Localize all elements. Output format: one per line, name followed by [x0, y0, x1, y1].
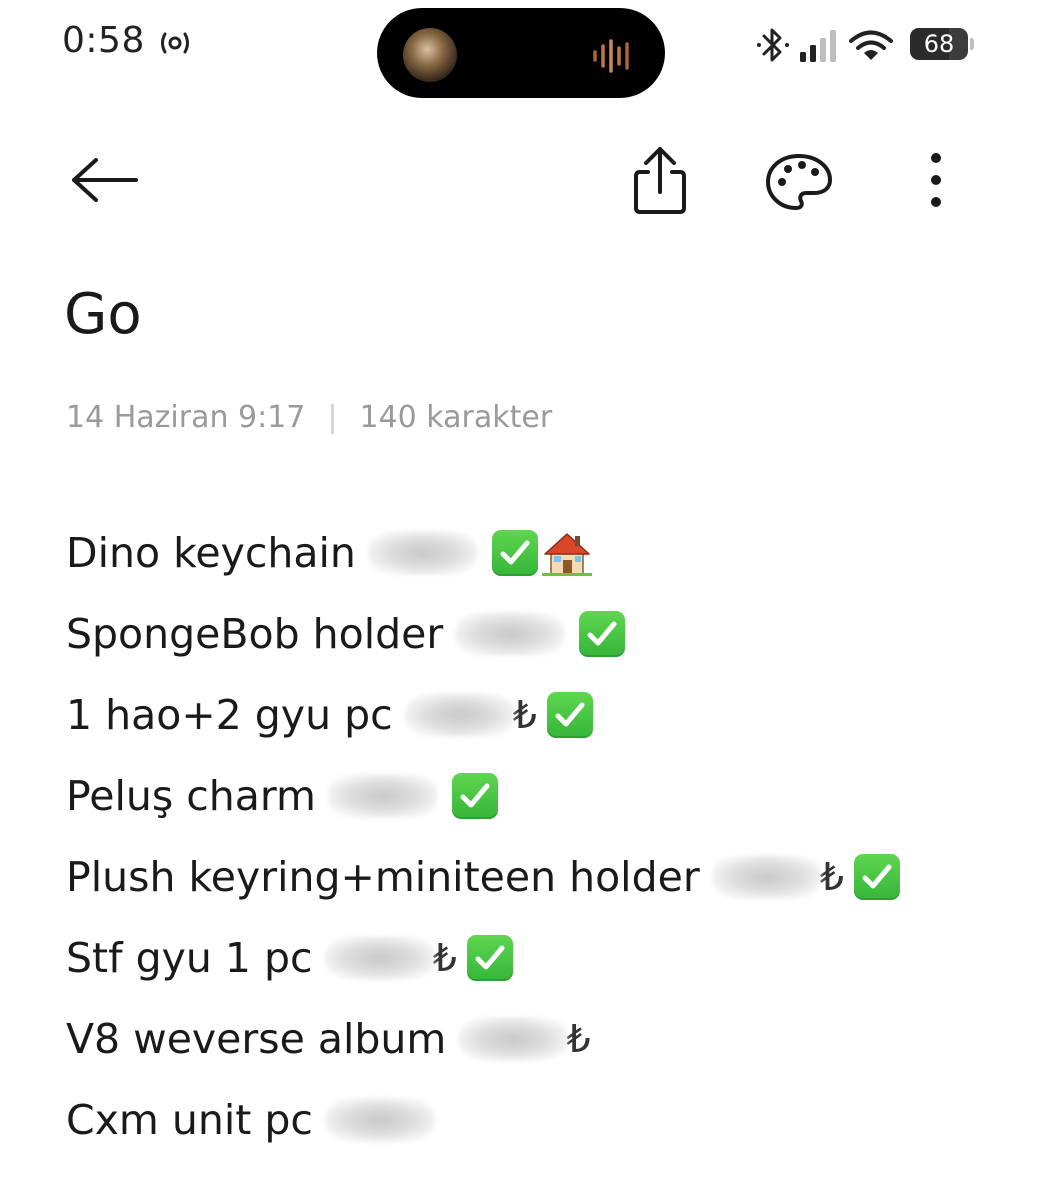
- check-mark-icon: [451, 772, 498, 819]
- redacted-price: [324, 1097, 435, 1142]
- media-artwork-image: [403, 28, 457, 82]
- note-char-count: 140 karakter: [359, 400, 553, 435]
- check-mark-icon: [853, 853, 900, 900]
- note-line[interactable]: Peluş charm: [66, 755, 1006, 836]
- redacted-price: [404, 692, 515, 737]
- battery-percent: 68: [923, 30, 955, 58]
- note-line-text: V8 weverse album: [66, 1014, 447, 1063]
- redacted-price: [458, 1016, 569, 1061]
- check-mark-icon: [491, 529, 538, 576]
- note-line-text: Plush keyring+miniteen holder: [66, 852, 700, 901]
- broadcast-icon: [161, 32, 189, 54]
- back-button[interactable]: [66, 150, 146, 210]
- note-line[interactable]: SpongeBob holder: [66, 593, 1006, 674]
- note-line[interactable]: Cxm unit pc: [66, 1079, 1006, 1160]
- house-icon: [541, 530, 592, 576]
- more-options-button[interactable]: [914, 148, 958, 212]
- dynamic-island[interactable]: [377, 8, 665, 98]
- arrow-left-icon: [72, 158, 138, 202]
- note-line-text: Dino keychain: [66, 528, 356, 577]
- note-body[interactable]: Dino keychain SpongeBob holder 1 hao+2 gyu…: [66, 512, 1006, 1160]
- note-date: 14 Haziran 9:17: [66, 400, 306, 435]
- note-line-text: Stf gyu 1 pc: [66, 933, 313, 982]
- bluetooth-icon: [757, 28, 789, 62]
- note-meta: 14 Haziran 9:17 | 140 karakter: [66, 400, 552, 435]
- note-line[interactable]: Dino keychain: [66, 512, 1006, 593]
- note-title[interactable]: Go: [64, 282, 142, 347]
- check-mark-icon: [546, 691, 593, 738]
- note-line[interactable]: V8 weverse album ₺: [66, 998, 1006, 1079]
- redacted-price: [324, 935, 435, 980]
- battery-indicator: 68: [910, 28, 968, 60]
- note-line-text: SpongeBob holder: [66, 609, 444, 658]
- palette-icon: [766, 154, 832, 210]
- redacted-price: [327, 773, 438, 818]
- note-line[interactable]: 1 hao+2 gyu pc ₺: [66, 674, 1006, 755]
- redacted-price: [711, 854, 822, 899]
- note-line[interactable]: Plush keyring+miniteen holder ₺: [66, 836, 1006, 917]
- share-button[interactable]: [626, 142, 694, 218]
- redacted-price: [455, 611, 566, 656]
- more-vertical-icon: [931, 153, 941, 207]
- status-time: 0:58: [62, 20, 145, 61]
- audio-waveform-icon: [593, 39, 629, 73]
- redacted-price: [367, 530, 478, 575]
- check-mark-icon: [579, 610, 626, 657]
- status-indicators: 68: [752, 22, 982, 66]
- note-line-text: Peluş charm: [66, 771, 316, 820]
- check-mark-icon: [466, 934, 513, 981]
- status-bar: 0:58 68: [0, 0, 1042, 100]
- note-line[interactable]: Stf gyu 1 pc ₺: [66, 917, 1006, 998]
- palette-button[interactable]: [764, 152, 834, 212]
- wifi-icon: [849, 30, 893, 60]
- note-line-text: Cxm unit pc: [66, 1095, 313, 1144]
- currency-symbol: ₺: [432, 935, 457, 980]
- currency-symbol: ₺: [512, 692, 537, 737]
- meta-separator: |: [327, 400, 338, 435]
- currency-symbol: ₺: [819, 854, 844, 899]
- cellular-signal-icon: [800, 30, 836, 62]
- currency-symbol: ₺: [566, 1016, 591, 1061]
- note-line-text: 1 hao+2 gyu pc: [66, 690, 393, 739]
- battery-cap: [970, 38, 974, 50]
- share-icon: [634, 147, 686, 214]
